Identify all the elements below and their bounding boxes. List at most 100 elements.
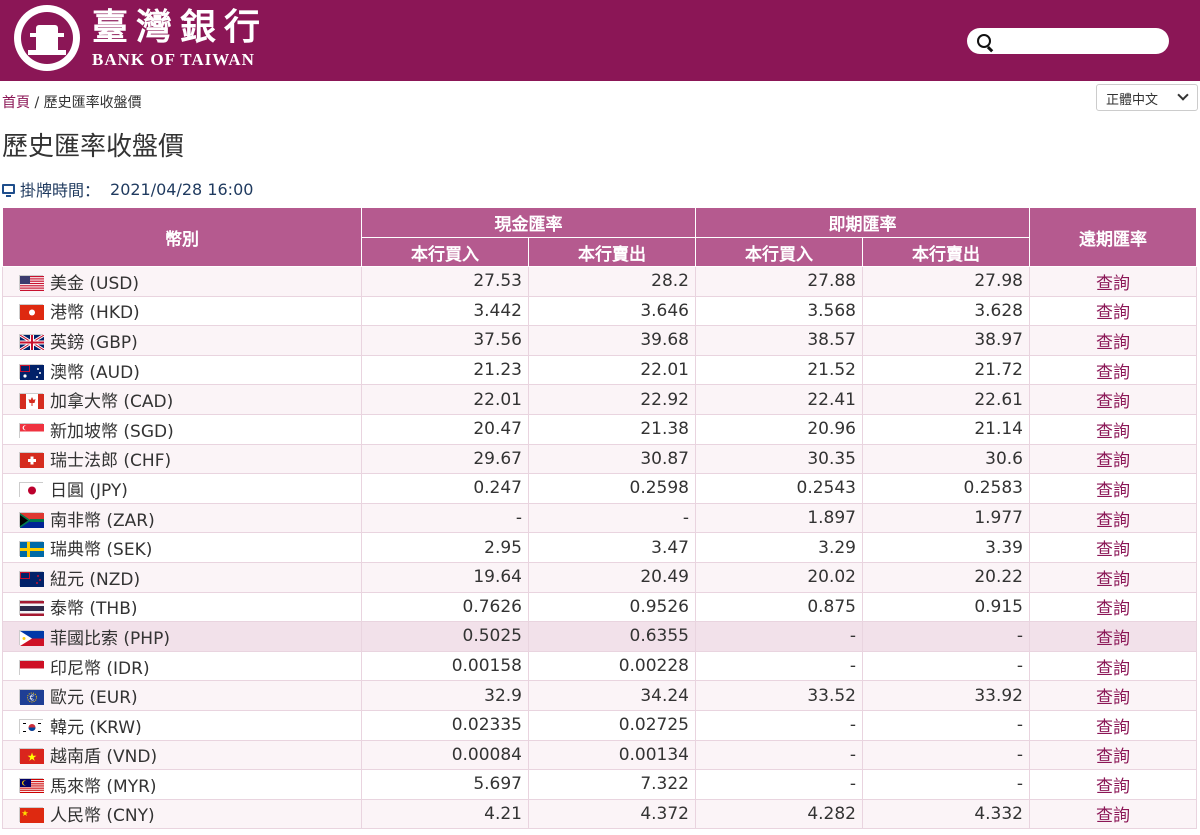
- page-title: 歷史匯率收盤價: [2, 132, 185, 162]
- cash-sell-cell: 0.2598: [528, 473, 696, 504]
- cash-sell-cell: 0.00228: [528, 650, 696, 682]
- forward-query-link[interactable]: 查詢: [1029, 532, 1197, 563]
- table-row: 泰幣 (THB) 0.7626 0.9526 0.875 0.915 查詢: [2, 591, 1197, 623]
- forward-query-link[interactable]: 查詢: [1029, 591, 1197, 623]
- forward-query-link[interactable]: 查詢: [1029, 473, 1197, 504]
- table-row: 澳幣 (AUD) 21.23 22.01 21.52 21.72 查詢: [2, 354, 1197, 386]
- spot-sell-cell: -: [862, 650, 1030, 682]
- breadcrumb-separator: /: [34, 95, 40, 111]
- cash-buy-cell: 0.247: [361, 473, 529, 504]
- currency-label: 港幣 (HKD): [50, 303, 140, 324]
- forward-query-link[interactable]: 查詢: [1029, 680, 1197, 711]
- search-box[interactable]: [967, 28, 1169, 54]
- my-flag-icon: [19, 777, 44, 794]
- spot-buy-cell: -: [695, 769, 863, 800]
- currency-label: 紐元 (NZD): [50, 569, 141, 590]
- currency-label: 美金 (USD): [50, 273, 139, 294]
- forward-query-link[interactable]: 查詢: [1029, 354, 1197, 386]
- currency-label: 歐元 (EUR): [50, 688, 138, 709]
- monitor-icon: [2, 184, 15, 197]
- table-row: 印尼幣 (IDR) 0.00158 0.00228- - 查詢: [2, 650, 1197, 682]
- forward-query-link[interactable]: 查詢: [1029, 295, 1197, 327]
- cash-buy-cell: 0.7626: [361, 591, 529, 623]
- spot-sell-cell: 3.628: [862, 295, 1030, 327]
- forward-query-link[interactable]: 查詢: [1029, 769, 1197, 800]
- forward-query-link[interactable]: 查詢: [1029, 650, 1197, 682]
- currency-cell: 日圓 (JPY): [2, 473, 362, 504]
- forward-query-link[interactable]: 查詢: [1029, 266, 1197, 297]
- breadcrumb-current: 歷史匯率收盤價: [43, 95, 142, 111]
- spot-sell-cell: 0.2583: [862, 473, 1030, 504]
- bank-logo[interactable]: 臺灣銀行 BANK OF TAIWAN: [14, 5, 268, 71]
- search-input[interactable]: [997, 31, 1161, 53]
- logo-english-name: BANK OF TAIWAN: [92, 50, 255, 69]
- th-flag-icon: [19, 600, 44, 617]
- spot-sell-cell: 3.39: [862, 532, 1030, 563]
- currency-label: 英鎊 (GBP): [50, 332, 138, 353]
- currency-label: 越南盾 (VND): [50, 747, 158, 768]
- spot-buy-cell: 4.282: [695, 798, 863, 830]
- ca-flag-icon: [19, 393, 44, 410]
- search-icon[interactable]: [977, 34, 991, 48]
- logo-chinese-name: 臺灣銀行: [92, 6, 269, 48]
- forward-query-link[interactable]: 查詢: [1029, 443, 1197, 475]
- cash-buy-cell: 29.67: [361, 443, 529, 475]
- spot-buy-cell: 33.52: [695, 680, 863, 711]
- cash-buy-cell: 5.697: [361, 769, 529, 800]
- currency-label: 南非幣 (ZAR): [50, 510, 155, 531]
- table-row: 瑞士法郎 (CHF) 29.67 30.87 30.35 30.6 查詢: [2, 443, 1197, 475]
- cash-buy-cell: 0.00084: [361, 739, 529, 771]
- currency-label: 瑞士法郎 (CHF): [50, 451, 172, 472]
- table-row: 新加坡幣 (SGD) 20.47 21.38 20.96 21.14 查詢: [2, 413, 1197, 445]
- cash-buy-cell: 19.64: [361, 561, 529, 593]
- cash-sell-cell: 0.6355: [528, 621, 696, 652]
- cn-flag-icon: [19, 807, 44, 824]
- forward-query-link[interactable]: 查詢: [1029, 502, 1197, 534]
- forward-query-link[interactable]: 查詢: [1029, 739, 1197, 771]
- table-row: 日圓 (JPY) 0.247 0.2598 0.2543 0.2583 查詢: [2, 473, 1197, 504]
- currency-cell: 澳幣 (AUD): [2, 354, 362, 386]
- currency-label: 韓元 (KRW): [50, 717, 142, 738]
- spot-sell-cell: 30.6: [862, 443, 1030, 475]
- header-spot-rate: 即期匯率: [695, 207, 1030, 238]
- cash-sell-cell: 0.00134: [528, 739, 696, 771]
- currency-label: 新加坡幣 (SGD): [50, 421, 174, 442]
- forward-query-link[interactable]: 查詢: [1029, 709, 1197, 741]
- kr-flag-icon: [19, 718, 44, 735]
- spot-buy-cell: 0.2543: [695, 473, 863, 504]
- currency-cell: 英鎊 (GBP): [2, 325, 362, 356]
- table-row: 紐元 (NZD) 19.64 20.49 20.02 20.22 查詢: [2, 561, 1197, 593]
- spot-sell-cell: 38.97: [862, 325, 1030, 356]
- spot-buy-cell: 3.29: [695, 532, 863, 563]
- forward-query-link[interactable]: 查詢: [1029, 384, 1197, 415]
- forward-query-link[interactable]: 查詢: [1029, 561, 1197, 593]
- cash-buy-cell: 32.9: [361, 680, 529, 711]
- language-select[interactable]: 正體中文: [1096, 84, 1198, 111]
- currency-cell: 南非幣 (ZAR): [2, 502, 362, 534]
- se-flag-icon: [19, 541, 44, 558]
- timestamp-value: 2021/04/28 16:00: [110, 179, 254, 199]
- forward-query-link[interactable]: 查詢: [1029, 621, 1197, 652]
- cash-sell-cell: 22.92: [528, 384, 696, 415]
- cash-sell-cell: 39.68: [528, 325, 696, 356]
- spot-buy-cell: 22.41: [695, 384, 863, 415]
- cash-sell-cell: 3.47: [528, 532, 696, 563]
- cash-buy-cell: -: [361, 502, 529, 534]
- cash-sell-cell: 0.9526: [528, 591, 696, 623]
- breadcrumb-home-link[interactable]: 首頁: [2, 95, 30, 111]
- currency-cell: 港幣 (HKD): [2, 295, 362, 327]
- timestamp-label: 掛牌時間：: [20, 181, 101, 200]
- header-forward-rate: 遠期匯率: [1029, 207, 1197, 267]
- header-spot-sell: 本行賣出: [862, 237, 1030, 267]
- ch-flag-icon: [19, 452, 44, 469]
- cash-buy-cell: 37.56: [361, 325, 529, 356]
- currency-cell: 泰幣 (THB): [2, 591, 362, 623]
- table-row: 瑞典幣 (SEK) 2.95 3.47 3.29 3.39 查詢: [2, 532, 1197, 563]
- breadcrumb: 首頁 / 歷史匯率收盤價: [2, 92, 142, 112]
- forward-query-link[interactable]: 查詢: [1029, 798, 1197, 830]
- currency-cell: 美金 (USD): [2, 266, 362, 297]
- cash-sell-cell: 3.646: [528, 295, 696, 327]
- forward-query-link[interactable]: 查詢: [1029, 325, 1197, 356]
- forward-query-link[interactable]: 查詢: [1029, 413, 1197, 445]
- header-cash-rate: 現金匯率: [361, 207, 696, 238]
